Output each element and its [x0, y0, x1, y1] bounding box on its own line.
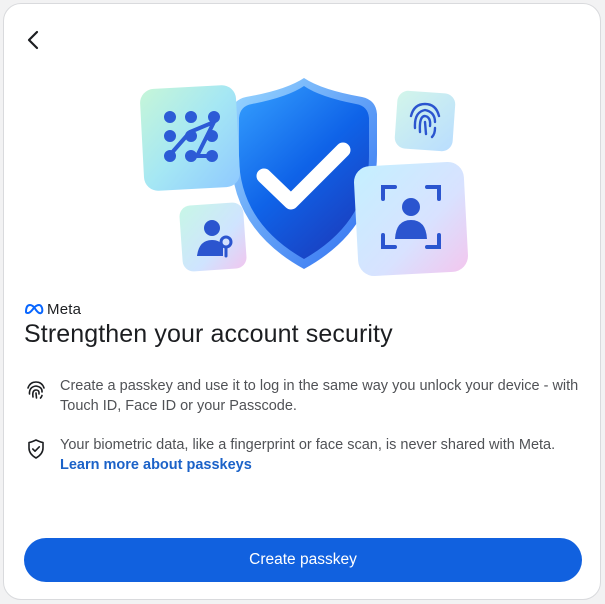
meta-brand-name: Meta [47, 300, 82, 318]
create-passkey-button[interactable]: Create passkey [24, 538, 582, 582]
person-key-tile [179, 202, 247, 272]
shield-check-illustration [231, 78, 377, 269]
face-id-tile [354, 162, 468, 276]
security-illustration [140, 78, 468, 276]
pattern-lock-tile [140, 85, 240, 191]
meta-logo: Meta [24, 300, 81, 318]
learn-more-link[interactable]: Learn more about passkeys [60, 457, 252, 473]
meta-infinity-icon [24, 303, 44, 315]
fingerprint-tile [394, 90, 456, 152]
biometric-text: Your biometric data, like a fingerprint … [60, 437, 556, 453]
shield-check-icon [28, 439, 44, 459]
page-title: Strengthen your account security [24, 320, 393, 348]
passkey-dialog: Meta Strengthen your account security Cr… [3, 3, 601, 600]
info-text-biometric: Your biometric data, like a fingerprint … [60, 435, 584, 475]
info-item-passkey: Create a passkey and use it to log in th… [24, 376, 584, 416]
info-item-biometric: Your biometric data, like a fingerprint … [24, 435, 584, 475]
info-text-passkey: Create a passkey and use it to log in th… [60, 378, 579, 414]
fingerprint-icon [27, 381, 45, 399]
